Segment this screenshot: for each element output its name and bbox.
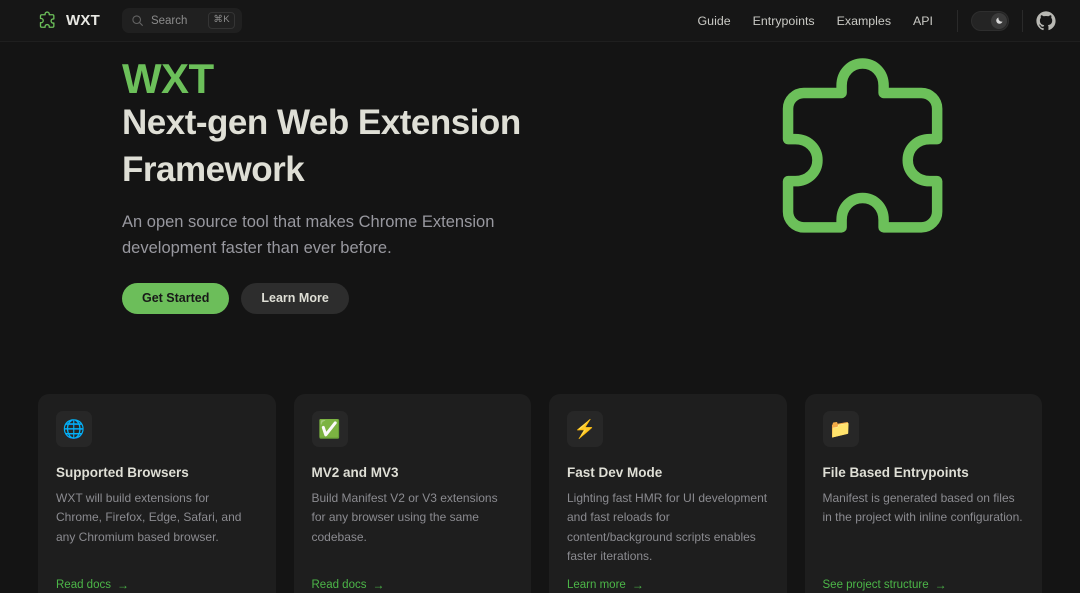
nav-link-guide[interactable]: Guide bbox=[687, 14, 742, 28]
appearance-toggle[interactable] bbox=[971, 10, 1009, 31]
nav-link-api[interactable]: API bbox=[902, 14, 944, 28]
arrow-right-icon: → bbox=[631, 577, 644, 592]
hero-title: Next-gen Web Extension Framework bbox=[122, 103, 521, 190]
arrow-right-icon: → bbox=[934, 577, 947, 592]
get-started-button[interactable]: Get Started bbox=[122, 283, 230, 314]
hero-tagline: An open source tool that makes Chrome Ex… bbox=[122, 212, 495, 257]
nav-link-examples[interactable]: Examples bbox=[826, 14, 902, 28]
learn-more-button[interactable]: Learn More bbox=[241, 283, 349, 314]
feature-description: Lighting fast HMR for UI development and… bbox=[567, 491, 768, 564]
hero-text: WXT Next-gen Web Extension Framework An … bbox=[122, 55, 592, 314]
search-input[interactable]: Search ⌘K bbox=[121, 8, 243, 33]
search-shortcut-badge: ⌘K bbox=[208, 12, 236, 29]
lightning-bolt-icon: ⚡ bbox=[567, 411, 603, 447]
feature-link[interactable]: Read docs → bbox=[312, 579, 514, 591]
brand[interactable]: WXT bbox=[38, 10, 100, 31]
feature-card-supported-browsers[interactable]: 🌐 Supported Browsers WXT will build exte… bbox=[38, 394, 276, 593]
github-icon[interactable] bbox=[1036, 10, 1056, 31]
hero-puzzle-piece-icon bbox=[766, 52, 976, 262]
features-section: 🌐 Supported Browsers WXT will build exte… bbox=[0, 394, 1080, 593]
feature-title: File Based Entrypoints bbox=[822, 465, 969, 480]
feature-link-label: Learn more bbox=[567, 578, 626, 591]
hero-actions: Get Started Learn More bbox=[122, 283, 592, 314]
feature-link-label: Read docs bbox=[56, 578, 111, 591]
toggle-knob bbox=[991, 12, 1007, 29]
check-mark-icon: ✅ bbox=[311, 411, 348, 447]
main-nav: Guide Entrypoints Examples API bbox=[687, 9, 1056, 32]
arrow-right-icon: → bbox=[116, 577, 129, 592]
feature-title: MV2 and MV3 bbox=[311, 465, 399, 480]
features-grid: 🌐 Supported Browsers WXT will build exte… bbox=[38, 394, 1042, 593]
feature-title: Fast Dev Mode bbox=[567, 465, 663, 480]
feature-link[interactable]: Read docs → bbox=[56, 579, 258, 591]
feature-link-label: Read docs bbox=[311, 578, 367, 591]
search-icon bbox=[131, 14, 144, 27]
globe-icon: 🌐 bbox=[56, 411, 92, 447]
nav-divider bbox=[957, 9, 958, 32]
puzzle-piece-icon bbox=[38, 10, 58, 31]
search-placeholder: Search bbox=[150, 14, 188, 27]
feature-description: Manifest is generated based on files in … bbox=[822, 491, 1023, 525]
site-header: WXT Search ⌘K Guide Entrypoints Examples… bbox=[0, 0, 1080, 42]
moon-icon bbox=[995, 16, 1004, 25]
nav-divider-2 bbox=[1022, 9, 1023, 32]
feature-card-file-based-entrypoints[interactable]: 📁 File Based Entrypoints Manifest is gen… bbox=[804, 394, 1042, 593]
feature-card-mv2-and-mv3[interactable]: ✅ MV2 and MV3 Build Manifest V2 or V3 ex… bbox=[293, 394, 531, 593]
hero-section: WXT Next-gen Web Extension Framework An … bbox=[0, 42, 1080, 394]
folder-icon: 📁 bbox=[822, 411, 859, 447]
feature-link[interactable]: See project structure → bbox=[823, 579, 1025, 591]
brand-name: WXT bbox=[66, 12, 100, 29]
feature-link-label: See project structure bbox=[822, 578, 929, 591]
arrow-right-icon: → bbox=[372, 577, 385, 592]
feature-description: WXT will build extensions for Chrome, Fi… bbox=[56, 491, 242, 544]
hero-product-name: WXT bbox=[122, 55, 214, 102]
feature-description: Build Manifest V2 or V3 extensions for a… bbox=[311, 491, 498, 544]
feature-title: Supported Browsers bbox=[56, 465, 189, 480]
feature-link[interactable]: Learn more → bbox=[567, 579, 769, 591]
nav-link-entrypoints[interactable]: Entrypoints bbox=[742, 14, 826, 28]
feature-card-fast-dev-mode[interactable]: ⚡ Fast Dev Mode Lighting fast HMR for UI… bbox=[549, 394, 787, 593]
